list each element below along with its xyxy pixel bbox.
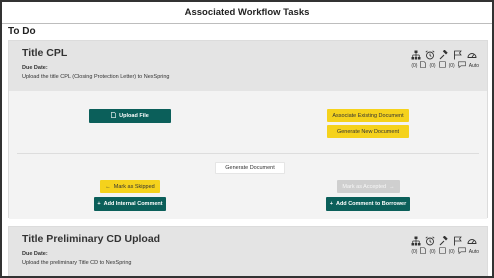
task-icons [411, 233, 477, 246]
add-internal-comment-label: Add Internal Comment [103, 201, 163, 207]
alarm-icon[interactable] [425, 233, 435, 246]
file-icon [111, 112, 117, 120]
sitemap-icon[interactable] [411, 233, 421, 246]
task-card-header: Title Preliminary CD Upload Due Date: Up… [9, 227, 487, 276]
upload-file-label: Upload File [119, 113, 149, 119]
task-counts: (0) (0) (0) Auto [411, 247, 479, 256]
task-counts: (0) (0) (0) Auto [411, 61, 479, 70]
due-date-label: Due Date: [22, 251, 48, 257]
due-date-label: Due Date: [22, 65, 48, 71]
notes-count: (0) [429, 248, 436, 255]
plus-icon: + [97, 201, 101, 207]
alarm-icon[interactable] [425, 47, 435, 60]
arrow-left-icon: ← [105, 183, 111, 190]
task-description: Upload the title CPL (Closing Protection… [22, 74, 170, 80]
comment-icon [457, 61, 466, 70]
gavel-icon[interactable] [439, 233, 449, 246]
task-actions: Upload File Associate Existing Document … [9, 91, 487, 219]
mark-as-skipped-label: Mark as Skipped [113, 183, 155, 190]
docs-count: (0) [411, 62, 418, 69]
associate-existing-document-button[interactable]: Associate Existing Document [327, 109, 409, 122]
upload-file-button[interactable]: Upload File [89, 109, 171, 123]
gavel-icon[interactable] [439, 47, 449, 60]
dialog-title: Associated Workflow Tasks [2, 2, 492, 24]
sitemap-icon[interactable] [411, 47, 421, 60]
divider [17, 153, 479, 154]
arrow-right-icon: → [389, 183, 395, 190]
docs-count: (0) [411, 248, 418, 255]
task-description: Upload the preliminary Title CD to NexSp… [22, 260, 132, 266]
notes-count: (0) [429, 62, 436, 69]
task-card-header: Title CPL Due Date: Upload the title CPL… [9, 41, 487, 91]
mark-as-accepted-button[interactable]: Mark as Accepted → [337, 180, 400, 193]
mark-as-skipped-button[interactable]: ← Mark as Skipped [100, 180, 160, 193]
mode-label: Auto [468, 62, 479, 69]
task-card-title-cpl: Title CPL Due Date: Upload the title CPL… [8, 40, 488, 219]
section-title-to-do: To Do [8, 26, 36, 37]
mode-label: Auto [468, 248, 479, 255]
flag-icon[interactable] [453, 233, 463, 246]
plus-icon: + [329, 201, 333, 207]
add-comment-to-borrower-label: Add Comment to Borrower [335, 201, 407, 207]
flag-icon[interactable] [453, 47, 463, 60]
comment-icon [457, 247, 466, 256]
generate-document-button[interactable]: Generate Document [215, 162, 285, 174]
comments-count: (0) [448, 62, 455, 69]
generate-new-document-button[interactable]: Generate New Document [327, 125, 409, 138]
add-internal-comment-button[interactable]: + Add Internal Comment [94, 197, 166, 211]
add-comment-to-borrower-button[interactable]: + Add Comment to Borrower [326, 197, 410, 211]
task-icons [411, 47, 477, 60]
note-icon [438, 61, 446, 70]
gauge-icon[interactable] [467, 233, 477, 244]
document-icon [420, 61, 427, 70]
note-icon [438, 247, 446, 256]
document-icon [420, 247, 427, 256]
task-title: Title CPL [22, 47, 68, 59]
mark-as-accepted-label: Mark as Accepted [342, 183, 387, 190]
comments-count: (0) [448, 248, 455, 255]
task-card-title-preliminary-cd-upload: Title Preliminary CD Upload Due Date: Up… [8, 226, 488, 276]
dialog-frame: Associated Workflow Tasks To Do Title CP… [0, 0, 494, 278]
gauge-icon[interactable] [467, 47, 477, 58]
task-title: Title Preliminary CD Upload [22, 233, 161, 245]
